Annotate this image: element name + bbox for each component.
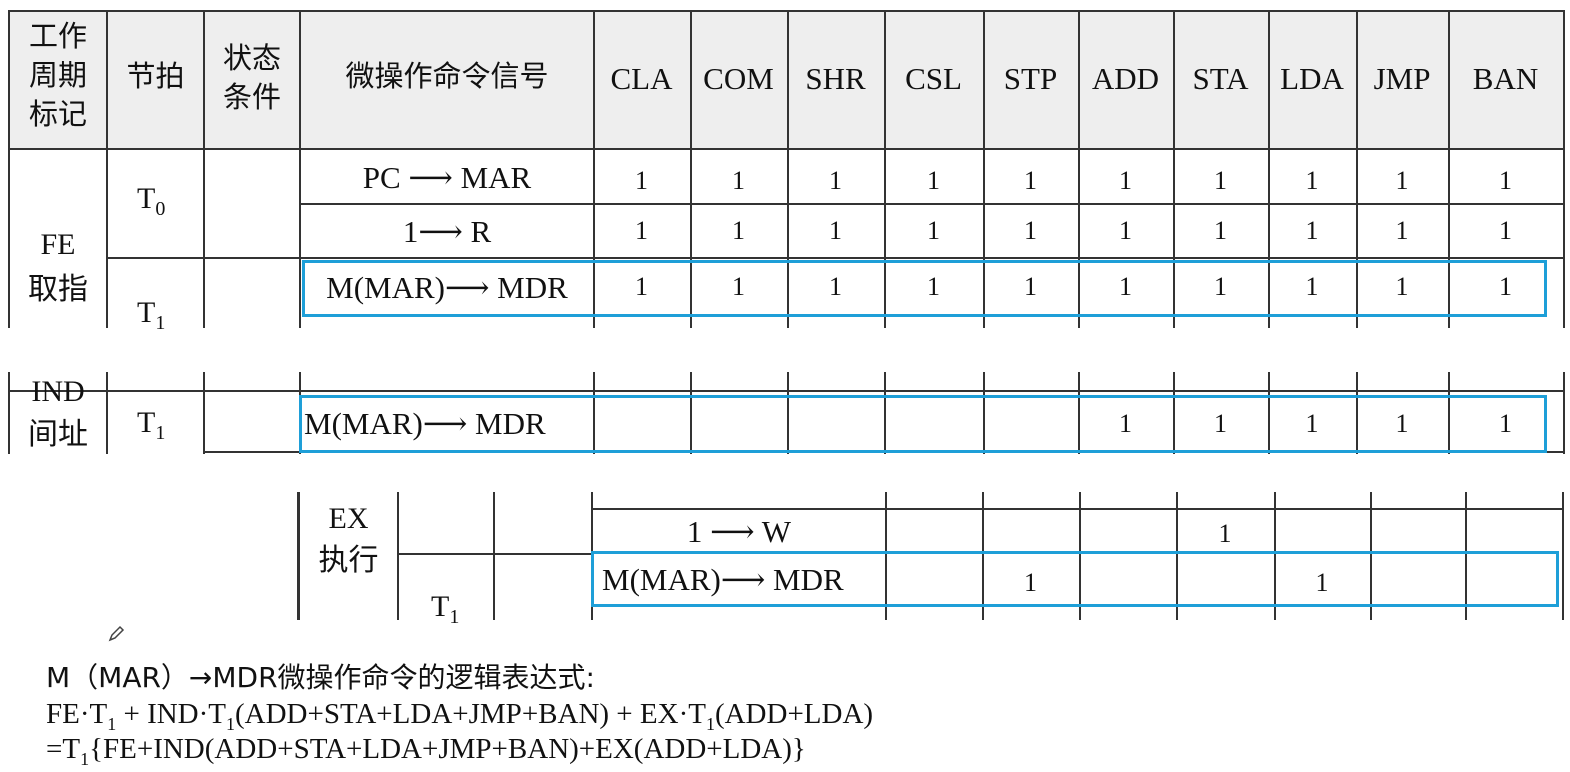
fe-cell: 1 xyxy=(635,166,648,195)
fe-op-1-r: 1⟶ R xyxy=(402,214,492,249)
header-beat: 节拍 xyxy=(126,59,185,93)
fe-cell: 1 xyxy=(732,216,745,245)
fe-cell: 1 xyxy=(1214,166,1227,195)
header-micro-op: 微操作命令信号 xyxy=(345,59,549,93)
header-instr-sta: STA xyxy=(1192,61,1249,96)
fe-cell: 1 xyxy=(1499,216,1512,245)
formula-title: M（MAR）→MDR微操作命令的逻辑表达式: xyxy=(46,661,595,694)
ex-cycle-label: EX xyxy=(328,502,369,535)
ex-mdr-highlight xyxy=(591,551,1559,607)
fe-cell: 1 xyxy=(732,166,745,195)
formula-line2: FE·T1 + IND·T1(ADD+STA+LDA+JMP+BAN) + EX… xyxy=(46,698,874,734)
ind-cycle-label: IND xyxy=(31,375,85,408)
ind-t1-label: T1 xyxy=(137,406,166,444)
header-instr-stp: STP xyxy=(1003,61,1058,96)
fe-mdr-highlight xyxy=(302,260,1547,317)
fe-cell: 1 xyxy=(1305,216,1319,245)
header-instr-com: COM xyxy=(703,61,774,96)
header-instr-cla: CLA xyxy=(610,61,673,96)
header-instr-add: ADD xyxy=(1091,61,1160,96)
pencil-icon xyxy=(106,624,126,644)
fe-cell: 1 xyxy=(1305,166,1319,195)
header-cycle-line1: 工作 xyxy=(28,19,87,53)
fe-cycle-label-cn: 取指 xyxy=(28,272,88,307)
ex-cell: 1 xyxy=(1218,519,1232,548)
header-condition-line2: 条件 xyxy=(222,80,281,114)
header-instr-ban: BAN xyxy=(1472,61,1539,96)
ex-t1-label: T1 xyxy=(431,590,460,628)
fe-cell: 1 xyxy=(1395,166,1409,195)
ind-mdr-highlight xyxy=(299,395,1547,453)
fe-op-pc-mar: PC ⟶ MAR xyxy=(362,160,532,195)
fe-cell: 1 xyxy=(635,216,648,245)
ind-cell: 1 xyxy=(1499,409,1512,438)
ex-cell: 1 xyxy=(1315,568,1329,597)
header-instr-jmp: JMP xyxy=(1373,61,1431,96)
ind-op-mar-mdr: M(MAR)⟶ MDR xyxy=(304,406,546,441)
fe-t0-label: T0 xyxy=(137,182,166,220)
fe-cell: 1 xyxy=(1024,166,1037,195)
header-cycle-line3: 标记 xyxy=(28,97,87,131)
formula-line3: =T1{FE+IND(ADD+STA+LDA+JMP+BAN)+EX(ADD+L… xyxy=(46,733,806,769)
ind-cycle-label-cn: 间址 xyxy=(28,417,88,452)
ex-op-1-w: 1 ⟶ W xyxy=(686,514,792,549)
header-condition-line1: 状态 xyxy=(222,41,281,75)
fe-cell: 1 xyxy=(1214,216,1227,245)
fe-cell: 1 xyxy=(1395,216,1409,245)
fe-cell: 1 xyxy=(927,216,940,245)
ex-cell: 1 xyxy=(1024,568,1037,597)
fe-cell: 1 xyxy=(1119,216,1132,245)
header-instr-shr: SHR xyxy=(805,61,866,96)
fe-cell: 1 xyxy=(829,216,842,245)
header-instr-csl: CSL xyxy=(905,61,962,96)
fe-cell: 1 xyxy=(1024,216,1037,245)
fe-table: 工作 周期 标记 节拍 状态 条件 微操作命令信号 CLA COM SHR CS… xyxy=(0,0,1570,334)
fe-cell: 1 xyxy=(1119,166,1132,195)
ind-cell: 1 xyxy=(1395,409,1409,438)
fe-t1-label: T1 xyxy=(137,296,166,334)
ind-cell: 1 xyxy=(1214,409,1227,438)
fe-cell: 1 xyxy=(1499,166,1512,195)
ex-cycle-label-cn: 执行 xyxy=(318,543,379,578)
fe-cell: 1 xyxy=(829,166,842,195)
header-instr-lda: LDA xyxy=(1280,61,1344,96)
fe-cycle-label: FE xyxy=(40,228,76,261)
ind-cell: 1 xyxy=(1305,409,1319,438)
ind-cell: 1 xyxy=(1119,409,1132,438)
fe-cell: 1 xyxy=(927,166,940,195)
ex-op-mar-mdr: M(MAR)⟶ MDR xyxy=(602,562,844,597)
header-cycle-line2: 周期 xyxy=(28,58,87,92)
